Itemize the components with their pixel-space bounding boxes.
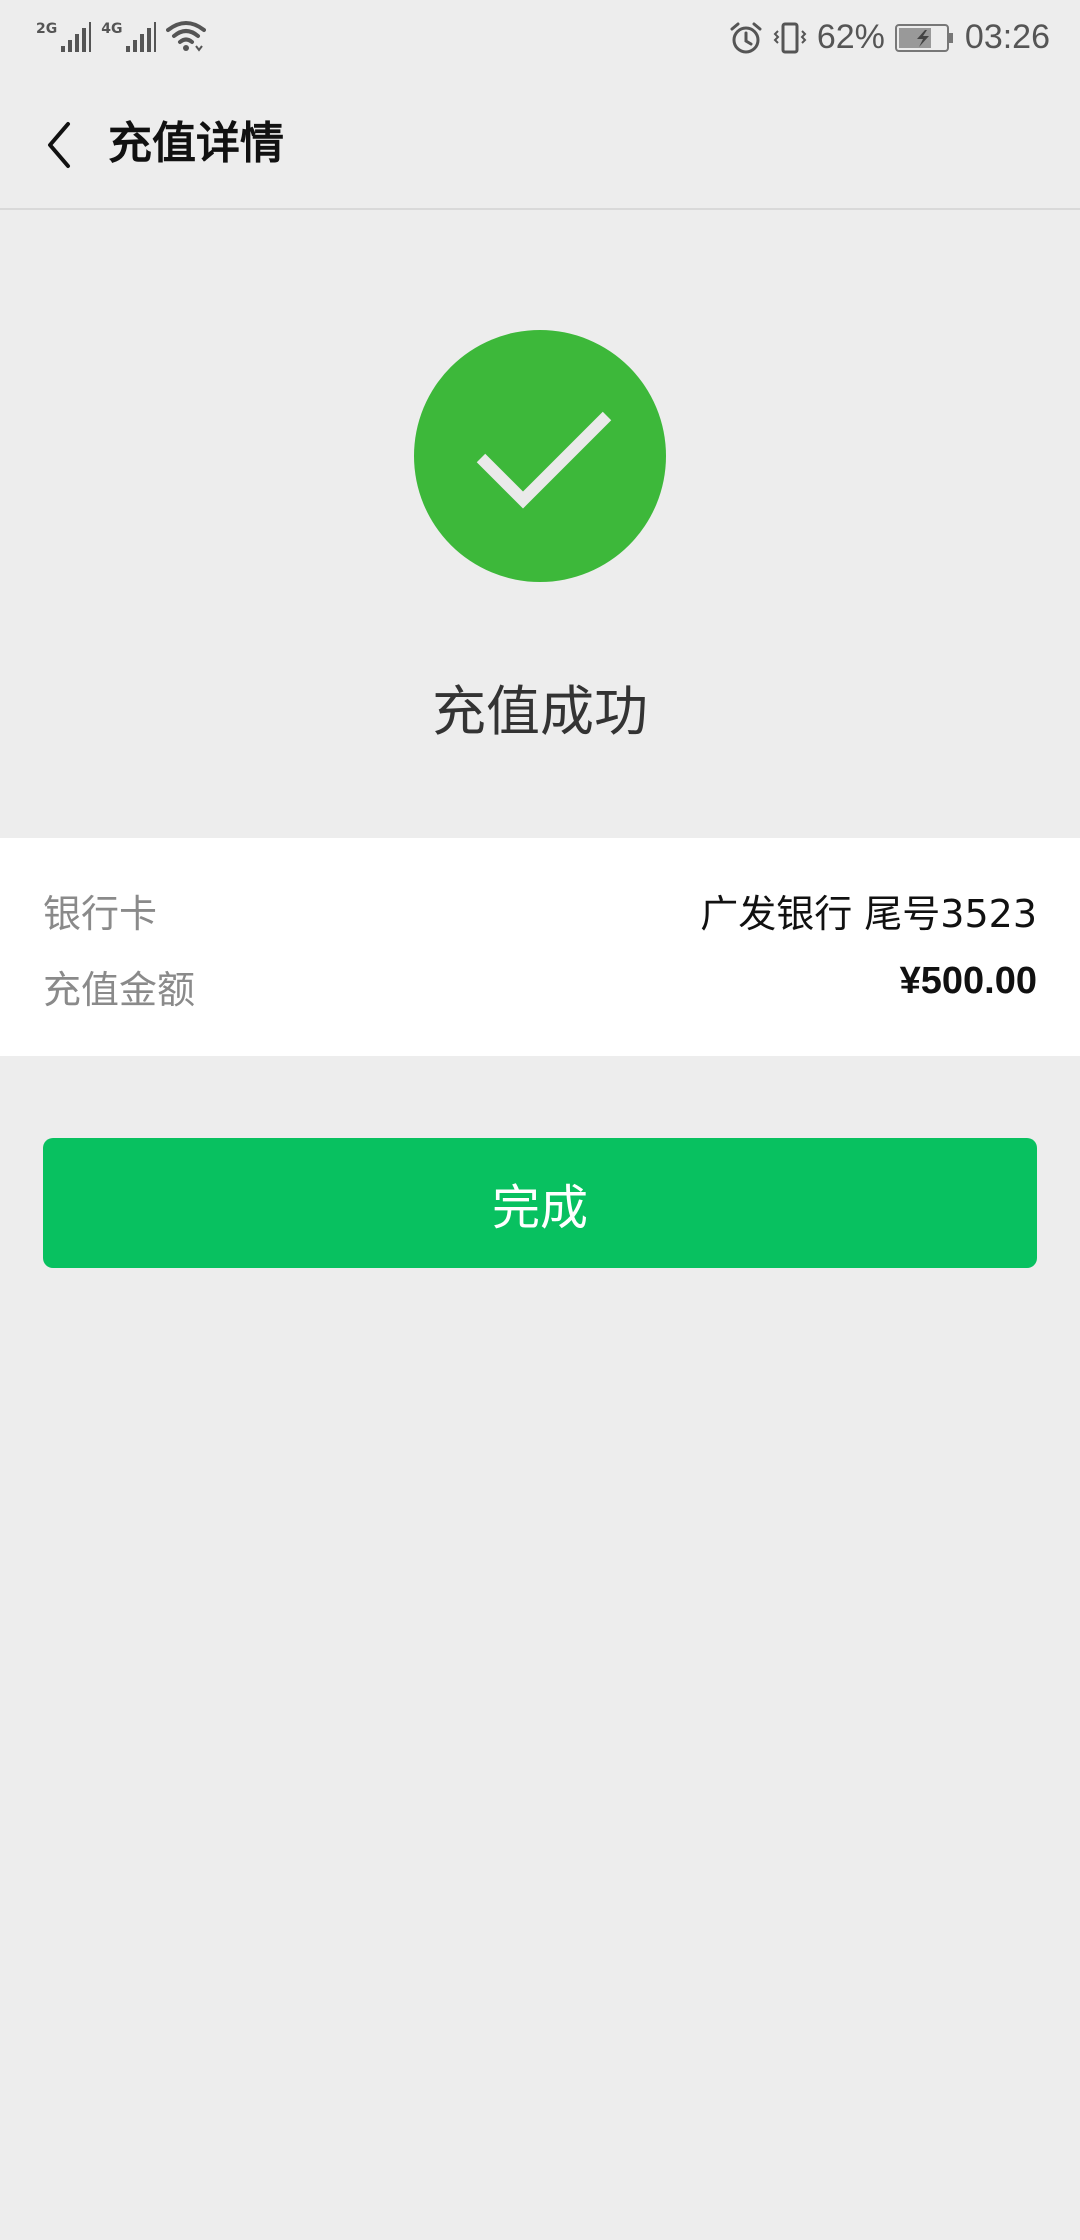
done-button[interactable]: 完成 — [43, 1138, 1037, 1268]
back-button[interactable] — [30, 115, 90, 175]
network-type-1: 2G — [36, 21, 58, 37]
signal-icon — [126, 22, 157, 52]
status-right: 62% 03:26 — [729, 18, 1050, 57]
amount-label: 充值金额 — [43, 967, 196, 1012]
wifi-icon — [166, 21, 207, 52]
clock-time: 03:26 — [964, 18, 1050, 56]
bank-card-value: 广发银行 尾号3523 — [700, 891, 1037, 936]
success-message: 充值成功 — [432, 680, 648, 743]
check-circle-icon — [414, 330, 666, 582]
signal-group-1: 2G — [36, 21, 92, 52]
bank-card-label: 银行卡 — [43, 891, 158, 936]
vibrate-icon — [773, 22, 807, 53]
recharge-details-card: 银行卡 广发银行 尾号3523 充值金额 ¥500.00 — [0, 838, 1080, 1056]
network-type-2: 4G — [101, 21, 123, 37]
page-title: 充值详情 — [108, 118, 284, 169]
signal-icon — [61, 22, 92, 52]
chevron-left-icon — [48, 122, 70, 168]
signal-group-2: 4G — [101, 21, 157, 52]
alarm-icon — [730, 22, 762, 53]
status-left: 2G 4G — [36, 20, 207, 52]
checkmark-icon — [476, 411, 612, 509]
detail-row-amount: 充值金额 ¥500.00 — [43, 956, 1037, 1016]
battery-charging-icon — [894, 23, 953, 52]
amount-value: ¥500.00 — [899, 959, 1037, 1002]
battery-percent: 62% — [816, 18, 885, 56]
detail-row-bank-card: 银行卡 广发银行 尾号3523 — [43, 880, 1037, 940]
status-bar: 2G 4G 62% 03:26 — [0, 0, 1080, 80]
nav-header: 充值详情 — [0, 80, 1080, 210]
